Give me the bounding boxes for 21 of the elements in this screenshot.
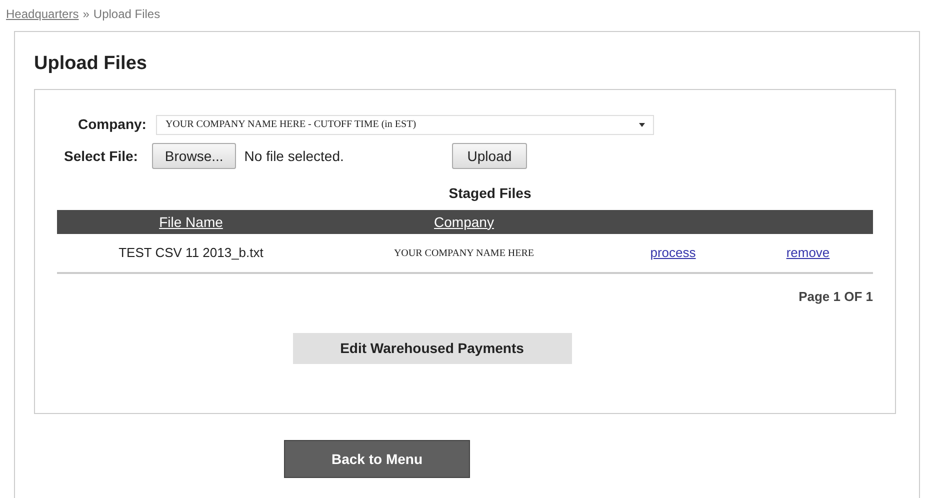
- table-cell-text: YOUR COMPANY NAME HERE: [392, 246, 536, 260]
- pagination: Page 1 OF 1: [798, 288, 873, 306]
- company-label: Company:: [78, 115, 146, 134]
- browse-button[interactable]: Browse...: [152, 143, 236, 169]
- upload-button[interactable]: Upload: [452, 143, 527, 169]
- caret-icon: [639, 122, 646, 126]
- select-file-label: Select File:: [64, 146, 138, 166]
- action-link[interactable]: process: [603, 243, 743, 263]
- company-select[interactable]: YOUR COMPANY NAME HERE - CUTOFF TIME (in EST): [156, 114, 654, 134]
- table-cell-text: TEST CSV 11 2013_b.txt: [118, 244, 264, 262]
- page-title: Upload Files: [34, 52, 148, 76]
- staged-files-title: Staged Files: [448, 184, 532, 203]
- breadcrumb-current: Upload Files: [93, 6, 160, 23]
- breadcrumb-separator: »: [82, 6, 90, 23]
- action-link[interactable]: remove: [743, 243, 873, 263]
- back-to-menu-button[interactable]: Back to Menu: [284, 440, 470, 478]
- column-header[interactable]: Company: [325, 212, 603, 232]
- edit-payments-button[interactable]: Edit Warehoused Payments: [292, 332, 572, 364]
- file-status: No file selected.: [244, 146, 345, 166]
- column-header[interactable]: File Name: [57, 212, 325, 232]
- breadcrumb-link[interactable]: Headquarters: [6, 5, 79, 31]
